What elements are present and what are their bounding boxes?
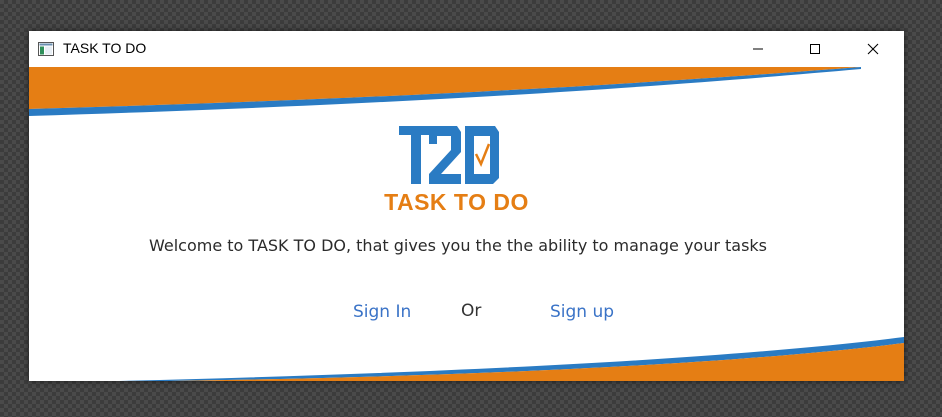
minimize-icon [752,40,764,59]
minimize-button[interactable] [735,31,781,67]
app-window-icon [38,41,54,56]
brand-logo [397,124,501,186]
sign-up-link[interactable]: Sign up [550,302,614,322]
welcome-panel: TASK TO DO Welcome to TASK TO DO, that g… [29,67,904,381]
close-icon [867,40,879,59]
welcome-message: Welcome to TASK TO DO, that gives you th… [148,236,768,255]
sign-in-link[interactable]: Sign In [353,302,411,322]
or-separator: Or [461,301,482,321]
maximize-button[interactable] [792,31,838,67]
bottom-wave-decoration [119,337,904,381]
title-bar[interactable]: TASK TO DO [29,31,904,67]
top-wave-decoration [29,67,861,116]
maximize-icon [809,40,821,59]
brand-name: TASK TO DO [384,189,529,215]
app-window: TASK TO DO TASK TO DO Welcome to TASK TO… [29,31,904,381]
window-title: TASK TO DO [63,40,147,56]
close-button[interactable] [850,31,896,67]
